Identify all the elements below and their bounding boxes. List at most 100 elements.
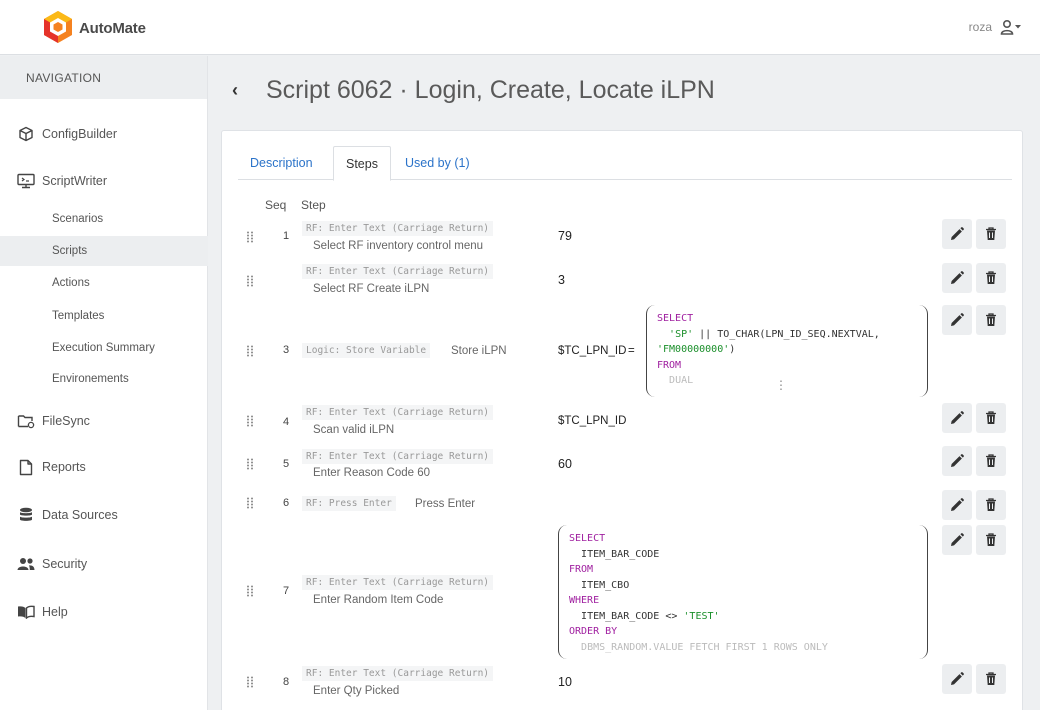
sidebar-item-configbuilder[interactable]: ConfigBuilder bbox=[0, 122, 208, 146]
delete-button[interactable] bbox=[976, 525, 1006, 555]
edit-button[interactable] bbox=[942, 525, 972, 555]
trash-icon bbox=[986, 498, 996, 511]
sidebar-item-scriptwriter[interactable]: ScriptWriter bbox=[0, 169, 208, 193]
automate-logo[interactable] bbox=[42, 10, 74, 44]
delete-button[interactable] bbox=[976, 664, 1006, 694]
drag-handle-icon[interactable] bbox=[246, 345, 254, 357]
step-action: RF: Enter Text (Carriage Return) bbox=[302, 449, 494, 464]
step-row: 3 Logic: Store Variable Store iLPN $TC_L… bbox=[222, 305, 1022, 401]
step-value: 10 bbox=[558, 675, 572, 689]
sidebar-item-help[interactable]: Help bbox=[0, 600, 208, 624]
step-row: 5 RF: Enter Text (Carriage Return) Enter… bbox=[222, 446, 1022, 482]
delete-button[interactable] bbox=[976, 446, 1006, 476]
delete-button[interactable] bbox=[976, 219, 1006, 249]
sql-code-block[interactable]: SELECT 'SP' || TO_CHAR(LPN_ID_SEQ.NEXTVA… bbox=[646, 305, 928, 397]
step-seq: 1 bbox=[282, 230, 290, 242]
tab-steps[interactable]: Steps bbox=[333, 146, 391, 181]
edit-button[interactable] bbox=[942, 219, 972, 249]
assign-operator: = bbox=[628, 345, 635, 357]
tab-bar: Description Steps Used by (1) bbox=[238, 146, 1012, 181]
sidebar-subitem-environements[interactable]: Environements bbox=[0, 364, 208, 394]
sql-string: 'FM00000000' bbox=[657, 344, 730, 355]
step-action: RF: Enter Text (Carriage Return) bbox=[302, 575, 494, 590]
step-description: Select RF Create iLPN bbox=[313, 283, 430, 295]
step-action: RF: Enter Text (Carriage Return) bbox=[302, 264, 494, 279]
cube-icon bbox=[16, 124, 36, 144]
step-seq: 5 bbox=[282, 458, 290, 470]
sql-code-block[interactable]: SELECT ITEM_BAR_CODE FROM ITEM_CBO WHERE… bbox=[558, 525, 928, 659]
sql-text: ITEM_BAR_CODE bbox=[581, 548, 660, 560]
edit-button[interactable] bbox=[942, 305, 972, 335]
username: roza bbox=[968, 20, 992, 34]
drag-handle-icon[interactable] bbox=[246, 497, 254, 509]
step-description: Press Enter bbox=[415, 498, 476, 510]
pencil-icon bbox=[951, 672, 964, 685]
sidebar-item-filesync[interactable]: FileSync bbox=[0, 409, 208, 433]
sidebar-subitem-execution-summary[interactable]: Execution Summary bbox=[0, 333, 208, 363]
sql-text: DUAL bbox=[669, 375, 694, 386]
step-value: 3 bbox=[558, 273, 565, 287]
sidebar-subitem-actions[interactable]: Actions bbox=[0, 268, 208, 298]
sql-text: ITEM_BAR_CODE <> bbox=[581, 610, 684, 622]
drag-handle-icon[interactable] bbox=[246, 458, 254, 470]
sql-text: DBMS_RANDOM.VALUE FETCH FIRST 1 ROWS ONL… bbox=[581, 641, 828, 653]
user-menu[interactable]: roza bbox=[969, 19, 1022, 35]
page-header: ‹ Script 6062 · Login, Create, Locate iL… bbox=[232, 76, 715, 105]
edit-button[interactable] bbox=[942, 664, 972, 694]
trash-icon bbox=[986, 454, 996, 467]
step-action: Logic: Store Variable bbox=[302, 343, 431, 358]
step-seq: 6 bbox=[282, 497, 290, 509]
sidebar-item-reports[interactable]: Reports bbox=[0, 455, 208, 479]
sql-keyword: SELECT bbox=[569, 533, 606, 544]
edit-button[interactable] bbox=[942, 263, 972, 293]
trash-icon bbox=[986, 533, 996, 546]
pencil-icon bbox=[951, 271, 964, 284]
step-seq: 7 bbox=[282, 585, 290, 597]
drag-handle-icon[interactable] bbox=[246, 415, 254, 427]
drag-handle-icon[interactable] bbox=[246, 676, 254, 688]
sidebar-item-label: ConfigBuilder bbox=[42, 127, 118, 141]
sidebar-item-data-sources[interactable]: Data Sources bbox=[0, 503, 208, 527]
edit-button[interactable] bbox=[942, 490, 972, 520]
drag-handle-icon[interactable] bbox=[246, 231, 254, 243]
trash-icon bbox=[986, 672, 996, 685]
folder-sync-icon bbox=[16, 411, 36, 431]
sql-keyword: ORDER BY bbox=[569, 626, 618, 637]
drag-handle-icon[interactable] bbox=[246, 585, 254, 597]
sidebar-subitem-scripts[interactable]: Scripts bbox=[0, 236, 208, 266]
database-icon bbox=[16, 505, 36, 525]
step-value: $TC_LPN_ID bbox=[558, 415, 627, 427]
drag-handle-icon[interactable] bbox=[246, 275, 254, 287]
book-icon bbox=[16, 602, 36, 622]
tab-description[interactable]: Description bbox=[250, 146, 313, 180]
sidebar-item-security[interactable]: Security bbox=[0, 552, 208, 576]
back-button[interactable]: ‹ bbox=[232, 80, 266, 101]
edit-button[interactable] bbox=[942, 446, 972, 476]
monitor-script-icon bbox=[16, 171, 36, 191]
sidebar-subitem-scenarios[interactable]: Scenarios bbox=[0, 204, 208, 234]
edit-button[interactable] bbox=[942, 403, 972, 433]
delete-button[interactable] bbox=[976, 490, 1006, 520]
tab-used-by[interactable]: Used by (1) bbox=[405, 146, 470, 180]
step-description: Enter Random Item Code bbox=[313, 594, 444, 606]
sql-text: ) bbox=[729, 344, 736, 355]
sidebar-subitem-templates[interactable]: Templates bbox=[0, 301, 208, 331]
people-icon bbox=[16, 554, 36, 574]
delete-button[interactable] bbox=[976, 403, 1006, 433]
sidebar: NAVIGATION ConfigBuilder ScriptWriter Sc… bbox=[0, 56, 208, 710]
script-card: Description Steps Used by (1) Seq Step 1… bbox=[221, 130, 1023, 710]
more-vert-icon[interactable]: ⋮ bbox=[775, 378, 787, 392]
delete-button[interactable] bbox=[976, 305, 1006, 335]
sql-text: ITEM_CBO bbox=[581, 579, 630, 591]
trash-icon bbox=[986, 227, 996, 240]
column-header-seq: Seq bbox=[265, 198, 287, 212]
step-row: 7 RF: Enter Text (Carriage Return) Enter… bbox=[222, 525, 1022, 659]
step-description: Scan valid iLPN bbox=[313, 424, 395, 436]
step-description: Store iLPN bbox=[451, 345, 507, 357]
sql-keyword: WHERE bbox=[569, 595, 600, 606]
step-seq: 4 bbox=[282, 416, 290, 428]
delete-button[interactable] bbox=[976, 263, 1006, 293]
pencil-icon bbox=[951, 533, 964, 546]
pencil-icon bbox=[951, 498, 964, 511]
sql-string: 'TEST' bbox=[683, 610, 720, 622]
